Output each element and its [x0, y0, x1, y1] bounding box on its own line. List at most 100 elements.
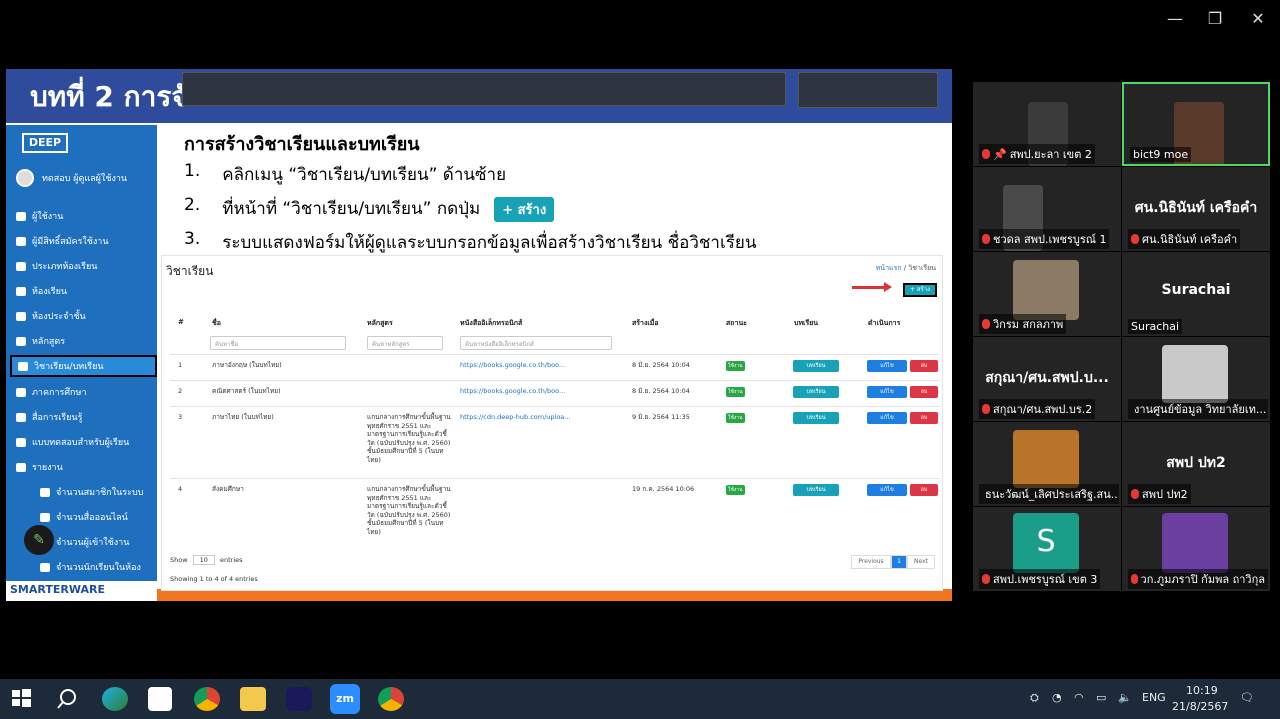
delete-button[interactable]: ลบ: [910, 360, 938, 372]
file-explorer-icon[interactable]: [240, 687, 266, 711]
ebook-link[interactable]: https://books.google.co.th/boo...: [460, 361, 565, 370]
sidebar-subitem-online-media[interactable]: จำนวนสื่อออนไลน์: [40, 506, 180, 528]
participant-tile[interactable]: ธนะวัฒน์_เลิศประเสริฐ.สน....: [973, 422, 1121, 506]
participant-tile[interactable]: ศน.นิธินันท์ เครือคำ ศน.นิธินันท์ เครือค…: [1122, 167, 1270, 251]
lessons-button[interactable]: บทเรียน: [793, 412, 839, 424]
page-size-select[interactable]: 10: [192, 555, 215, 565]
sidebar-item-users[interactable]: ผู้ใช้งาน: [16, 205, 156, 227]
sidebar-item-eligible[interactable]: ผู้มีสิทธิ์สมัครใช้งาน: [16, 230, 156, 252]
sidebar-item-room-types[interactable]: ประเภทห้องเรียน: [16, 255, 156, 277]
search-icon[interactable]: [55, 687, 81, 711]
page-1-button[interactable]: 1: [891, 555, 907, 569]
col-header-status[interactable]: สถานะ: [726, 318, 747, 329]
sidebar-item-subjects[interactable]: วิชาเรียน/บทเรียน: [10, 355, 157, 377]
sidebar-subitem-visitors[interactable]: จำนวนผู้เข้าใช้งาน: [40, 531, 180, 553]
participant-name: สกุณา/ศน.สพป.บร.2: [979, 399, 1096, 419]
sidebar-item-media[interactable]: สื่อการเรียนรู้: [16, 406, 156, 428]
edit-button[interactable]: แก้ไข: [867, 386, 907, 398]
participant-tile[interactable]: S สพป.เพชรบูรณ์ เขต 3: [973, 507, 1121, 591]
participant-tile[interactable]: Surachai Surachai: [1122, 252, 1270, 336]
ebook-link[interactable]: https://books.google.co.th/boo...: [460, 387, 565, 396]
wifi-icon[interactable]: ◠: [1074, 691, 1084, 704]
participant-name: ศน.นิธินันท์ เครือคำ: [1128, 229, 1241, 249]
sidebar-item-label: จำนวนสมาชิกในระบบ: [56, 488, 144, 498]
participant-tile[interactable]: สพป ปท2 สพป ปท2: [1122, 422, 1270, 506]
ebook-filter-input[interactable]: ค้นหาหนังสืออิเล็กทรอนิกส์: [460, 336, 612, 350]
sidebar-item-classrooms[interactable]: ห้องเรียน: [16, 280, 156, 302]
participant-tile[interactable]: วิกรม สกลภาพ: [973, 252, 1121, 336]
lessons-button[interactable]: บทเรียน: [793, 386, 839, 398]
webex-icon[interactable]: [286, 687, 312, 711]
lessons-button[interactable]: บทเรียน: [793, 360, 839, 372]
participant-tile[interactable]: วก.ภูมภราปิ กัมพล ถาวิกุล: [1122, 507, 1270, 591]
col-header-lessons[interactable]: บทเรียน: [794, 318, 818, 329]
qr-code-app-icon[interactable]: [148, 687, 172, 711]
create-button[interactable]: + สร้าง: [903, 283, 937, 297]
pencil-icon[interactable]: ✎: [24, 525, 54, 555]
delete-button[interactable]: ลบ: [910, 484, 938, 496]
sidebar-subitem-students[interactable]: จำนวนนักเรียนในห้อง: [40, 556, 180, 578]
status-badge: ใช้งาน: [726, 387, 745, 397]
people-icon[interactable]: ⛭: [1030, 691, 1039, 705]
edge-browser-icon[interactable]: [102, 687, 128, 711]
edit-button[interactable]: แก้ไข: [867, 412, 907, 424]
previous-page-button[interactable]: Previous: [851, 555, 891, 569]
col-header-name[interactable]: ชื่อ: [212, 318, 221, 329]
list-icon: [16, 437, 26, 447]
battery-icon[interactable]: ▭: [1096, 691, 1106, 704]
edit-button[interactable]: แก้ไข: [867, 484, 907, 496]
muted-mic-icon: [1131, 234, 1139, 244]
users-icon: [40, 562, 50, 572]
delete-button[interactable]: ลบ: [910, 412, 938, 424]
col-header-created[interactable]: สร้างเมื่อ: [632, 318, 659, 329]
close-button[interactable]: ✕: [1246, 8, 1270, 30]
app-sidebar: DEEP ทดสอบ ผู้ดูแลผู้ใช้งาน ผู้ใช้งาน ผู…: [6, 125, 157, 601]
sidebar-item-homerooms[interactable]: ห้องประจำชั้น: [16, 305, 156, 327]
notifications-icon[interactable]: 🗨: [1240, 691, 1254, 704]
sidebar-item-reports[interactable]: รายงาน: [16, 456, 156, 478]
next-page-button[interactable]: Next: [907, 555, 935, 569]
chrome-icon[interactable]: [194, 687, 220, 711]
muted-mic-icon: [1131, 489, 1139, 499]
input-language[interactable]: ENG: [1142, 691, 1166, 704]
curriculum-filter-select[interactable]: ค้นหาหลักสูตร: [367, 336, 443, 350]
chrome-profile-icon[interactable]: [378, 687, 404, 711]
lessons-button[interactable]: บทเรียน: [793, 484, 839, 496]
participant-tile[interactable]: สกุณา/ศน.สพป.บ... สกุณา/ศน.สพป.บร.2: [973, 337, 1121, 421]
page-title: วิชาเรียน: [166, 264, 214, 278]
windows-start-icon[interactable]: [10, 687, 36, 711]
sidebar-item-semesters[interactable]: ภาคการศึกษา: [16, 381, 156, 403]
participant-tile-active-speaker[interactable]: bict9 moe: [1122, 82, 1270, 166]
step-number: 3.: [184, 229, 201, 249]
sidebar-item-label: ผู้ใช้งาน: [32, 212, 64, 222]
smarterware-logo: SMARTERWARE: [6, 581, 157, 601]
sidebar-item-tests[interactable]: แบบทดสอบสำหรับผู้เรียน: [16, 431, 156, 453]
minimize-button[interactable]: —: [1163, 8, 1187, 30]
sidebar-item-curriculum[interactable]: หลักสูตร: [16, 330, 156, 352]
book-icon: [16, 336, 26, 346]
participant-tile[interactable]: 📌 สพป.ยะลา เขต 2: [973, 82, 1121, 166]
participant-tile[interactable]: ชวดล สพป.เพชรบูรณ์ 1: [973, 167, 1121, 251]
delete-button[interactable]: ลบ: [910, 386, 938, 398]
edit-button[interactable]: แก้ไข: [867, 360, 907, 372]
name-filter-input[interactable]: ค้นหาชื่อ: [210, 336, 346, 350]
sidebar-subitem-members[interactable]: จำนวนสมาชิกในระบบ: [40, 481, 180, 503]
clock-date[interactable]: 21/8/2567: [1172, 700, 1228, 713]
volume-icon[interactable]: 🔈: [1118, 691, 1132, 704]
ebook-link[interactable]: https://cdn.deep-hub.com/uploa...: [460, 413, 571, 422]
clock-time[interactable]: 10:19: [1186, 684, 1218, 697]
page-size-control: Show 10 entries: [170, 555, 243, 565]
zoom-app-icon[interactable]: zm: [330, 684, 360, 714]
col-header-curriculum[interactable]: หลักสูตร: [367, 318, 393, 329]
avatar: [16, 169, 34, 187]
participant-tile[interactable]: งานศูนย์ข้อมูล วิทยาลัยเท...: [1122, 337, 1270, 421]
breadcrumb-home[interactable]: หน้าแรก: [876, 264, 902, 272]
participant-name: ชวดล สพป.เพชรบูรณ์ 1: [979, 229, 1110, 249]
col-header-ebook[interactable]: หนังสืออิเล็กทรอนิกส์: [460, 318, 522, 329]
user-circle-icon: [16, 236, 26, 246]
sidebar-item-label: ผู้มีสิทธิ์สมัครใช้งาน: [32, 237, 109, 247]
red-arrow-icon: [852, 282, 892, 292]
network-icon[interactable]: ◔: [1052, 691, 1062, 704]
participant-name: Surachai: [1128, 319, 1183, 334]
restore-button[interactable]: ❐: [1203, 8, 1227, 30]
